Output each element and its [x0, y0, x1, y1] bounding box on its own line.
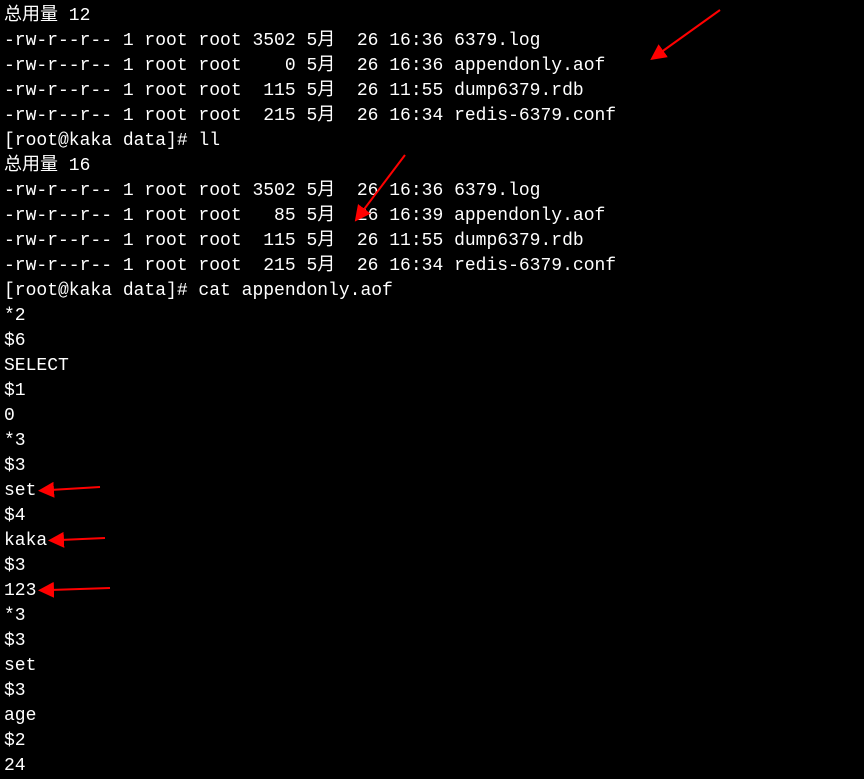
terminal-line: -rw-r--r-- 1 root root 115 5月 26 11:55 d…	[4, 79, 860, 104]
terminal-line: $4	[4, 504, 860, 529]
terminal-line: $3	[4, 679, 860, 704]
terminal-line: 123	[4, 579, 860, 604]
terminal-line: -rw-r--r-- 1 root root 215 5月 26 16:34 r…	[4, 254, 860, 279]
terminal-line: [root@kaka data]# ll	[4, 129, 860, 154]
terminal-line: 总用量 12	[4, 4, 860, 29]
terminal-line: 0	[4, 404, 860, 429]
terminal-line: set	[4, 654, 860, 679]
terminal-line: SELECT	[4, 354, 860, 379]
terminal-line: -rw-r--r-- 1 root root 215 5月 26 16:34 r…	[4, 104, 860, 129]
terminal-line: set	[4, 479, 860, 504]
terminal-line: [root@kaka data]# cat appendonly.aof	[4, 279, 860, 304]
terminal-line: *3	[4, 604, 860, 629]
terminal-line: $3	[4, 629, 860, 654]
terminal-line: kaka	[4, 529, 860, 554]
terminal-line: -rw-r--r-- 1 root root 3502 5月 26 16:36 …	[4, 29, 860, 54]
terminal-line: $3	[4, 454, 860, 479]
terminal-line: $1	[4, 379, 860, 404]
terminal-line: $2	[4, 729, 860, 754]
terminal-line: -rw-r--r-- 1 root root 3502 5月 26 16:36 …	[4, 179, 860, 204]
terminal-line: -rw-r--r-- 1 root root 0 5月 26 16:36 app…	[4, 54, 860, 79]
terminal-line: $6	[4, 329, 860, 354]
terminal-line: $3	[4, 554, 860, 579]
terminal-line: age	[4, 704, 860, 729]
terminal-line: -rw-r--r-- 1 root root 85 5月 26 16:39 ap…	[4, 204, 860, 229]
terminal-line: -rw-r--r-- 1 root root 115 5月 26 11:55 d…	[4, 229, 860, 254]
terminal-line: *3	[4, 429, 860, 454]
terminal-output: 总用量 12-rw-r--r-- 1 root root 3502 5月 26 …	[4, 4, 860, 779]
terminal-line: *2	[4, 304, 860, 329]
terminal-line: 24	[4, 754, 860, 779]
terminal-line: 总用量 16	[4, 154, 860, 179]
